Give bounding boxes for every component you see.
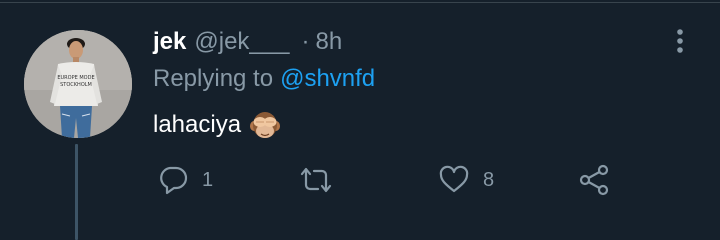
retweet-button[interactable]: [298, 160, 348, 200]
separator-dot: ·: [301, 28, 310, 55]
share-button[interactable]: [579, 160, 611, 200]
author-name[interactable]: jek: [153, 28, 186, 56]
tweet-text: lahaciya: [153, 111, 242, 138]
reply-bubble-icon: [158, 165, 188, 195]
like-button[interactable]: 8: [439, 160, 494, 200]
retweet-icon: [298, 165, 334, 195]
timestamp[interactable]: 8h: [315, 28, 342, 56]
replying-to-handle-link[interactable]: @shvnfd: [280, 65, 375, 93]
reply-button[interactable]: 1: [158, 160, 213, 200]
tweet-body: lahaciya: [153, 109, 281, 141]
share-icon: [579, 164, 611, 196]
reply-count: 1: [202, 168, 214, 191]
see-no-evil-monkey-icon: [249, 110, 281, 140]
top-divider: [0, 2, 720, 3]
replying-to-label: Replying to: [153, 65, 274, 92]
tweet-actions: 1 8: [0, 160, 720, 200]
avatar-shirt-line-1: EUROPE MODE: [57, 75, 94, 81]
replying-to: Replying to @shvnfd: [153, 64, 375, 94]
more-vertical-icon[interactable]: [671, 27, 689, 57]
avatar-shirt-line-2: STOCKHOLM: [60, 82, 92, 88]
like-count: 8: [483, 168, 495, 191]
author-handle[interactable]: @jek___: [194, 28, 289, 56]
heart-icon: [439, 165, 469, 195]
avatar[interactable]: EUROPE MODE STOCKHOLM: [24, 30, 132, 138]
tweet-header: jek @jek___ · 8h: [153, 27, 342, 57]
